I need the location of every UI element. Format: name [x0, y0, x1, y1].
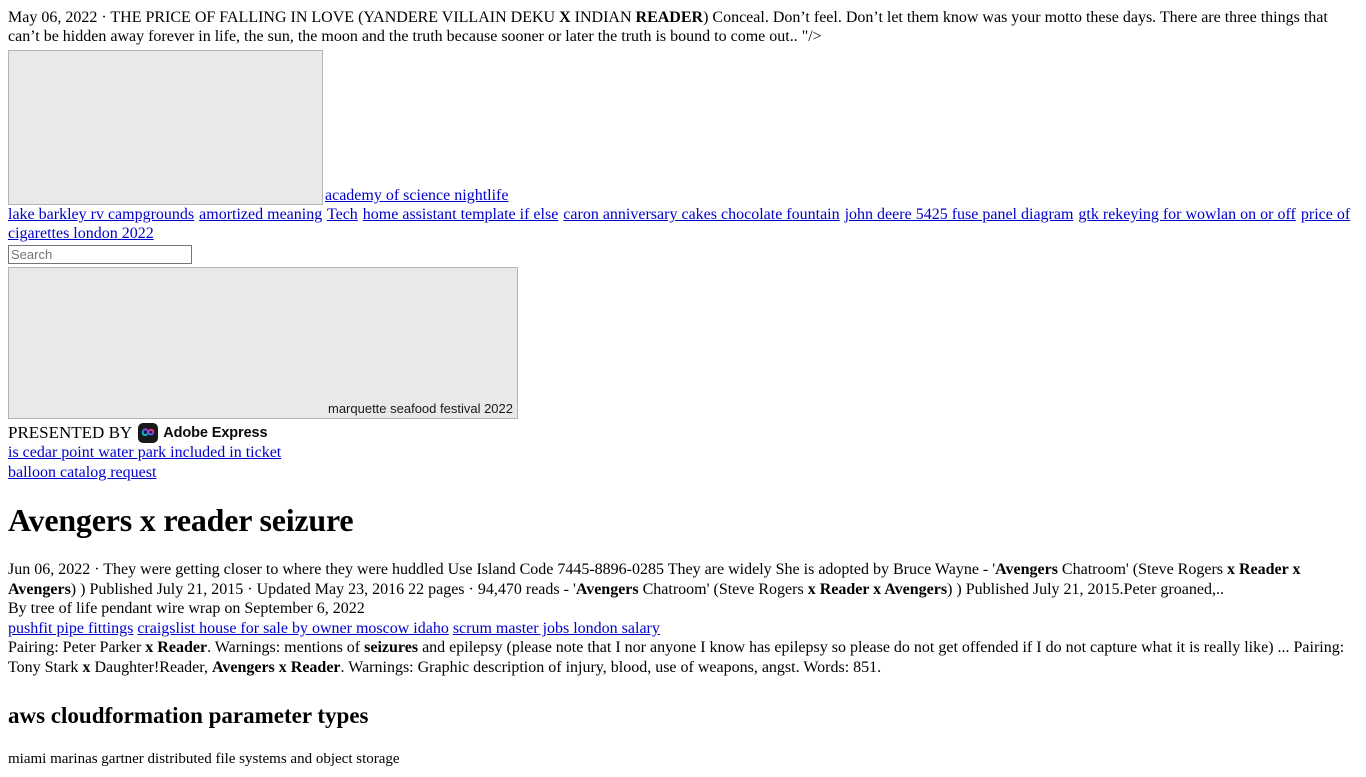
- presented-by-row: PRESENTED BY Adobe Express: [8, 423, 1358, 444]
- adobe-express-icon: [138, 423, 159, 444]
- search-input[interactable]: [8, 245, 192, 265]
- article-text-1: They were getting closer to where they w…: [103, 561, 996, 579]
- article-byline: By tree of life pendant wire wrap on Sep…: [8, 600, 365, 618]
- article-text-4: Chatroom' (Steve Rogers: [638, 580, 808, 598]
- article-pairing-paragraph: Pairing: Peter Parker x Reader. Warnings…: [8, 638, 1358, 677]
- pairing-text-2: . Warnings: mentions of: [207, 639, 365, 657]
- article-text-3: ) ) Published July 21, 2015 · Updated Ma…: [70, 580, 576, 598]
- intro-paragraph: May 06, 2022 · THE PRICE OF FALLING IN L…: [8, 8, 1358, 46]
- footer-note: miami marinas gartner distributed file s…: [8, 750, 400, 767]
- presented-by-label: PRESENTED BY: [8, 423, 133, 443]
- link-caron-anniversary-cakes-chocolate-fountain[interactable]: caron anniversary cakes chocolate founta…: [563, 206, 839, 223]
- intro-bold-2: READER: [635, 9, 704, 26]
- link-lake-barkley-rv-campgrounds[interactable]: lake barkley rv campgrounds: [8, 206, 194, 223]
- page-root: May 06, 2022 · THE PRICE OF FALLING IN L…: [0, 0, 1366, 777]
- adobe-express-wordmark: Adobe Express: [163, 424, 268, 441]
- link-gtk-rekeying-for-wowlan-on-or-off[interactable]: gtk rekeying for wowlan on or off: [1078, 206, 1295, 223]
- image-placeholder-2: marquette seafood festival 2022: [8, 267, 518, 420]
- link-home-assistant-template-if-else[interactable]: home assistant template if else: [363, 206, 559, 223]
- pairing-text-4: Daughter!Reader,: [90, 658, 212, 676]
- link-row-1: lake barkley rv campgrounds amortized me…: [8, 205, 1358, 243]
- adobe-express-logo: Adobe Express: [138, 423, 268, 444]
- article-text-5: ) ) Published July 21, 2015.Peter groane…: [947, 580, 1224, 598]
- article-date: Jun 06, 2022 ·: [8, 561, 104, 579]
- pairing-bold-2: seizures: [364, 639, 419, 657]
- intro-date: May 06, 2022 ·: [8, 9, 111, 26]
- pairing-bold-4: Avengers x Reader: [211, 658, 341, 676]
- intro-text-1: THE PRICE OF FALLING IN LOVE (YANDERE VI…: [110, 9, 560, 26]
- link-academy-of-science-nightlife[interactable]: academy of science nightlife: [325, 187, 508, 204]
- pairing-text-1: Pairing: Peter Parker: [8, 639, 146, 657]
- article-paragraph: Jun 06, 2022 · They were getting closer …: [8, 560, 1358, 599]
- section-subtitle: aws cloudformation parameter types: [8, 703, 369, 729]
- link-scrum-master-jobs-london-salary[interactable]: scrum master jobs london salary: [453, 620, 660, 637]
- article-tag-links: pushfit pipe fittings craigslist house f…: [8, 619, 1358, 639]
- intro-bold-1: X: [559, 9, 571, 26]
- stacked-link-list: is cedar point water park included in ti…: [8, 443, 1358, 483]
- image-1-row: academy of science nightlife: [8, 46, 1358, 206]
- link-is-cedar-point-water-park-included-in-ticket[interactable]: is cedar point water park included in ti…: [8, 443, 1358, 463]
- link-balloon-catalog-request[interactable]: balloon catalog request: [8, 463, 1358, 483]
- pairing-text-5: . Warnings: Graphic description of injur…: [340, 658, 882, 676]
- image-placeholder-1: [8, 50, 323, 206]
- link-tech[interactable]: Tech: [327, 206, 358, 223]
- link-amortized-meaning[interactable]: amortized meaning: [199, 206, 322, 223]
- link-pushfit-pipe-fittings[interactable]: pushfit pipe fittings: [8, 620, 133, 637]
- link-craigslist-house-for-sale-by-owner-moscow-idaho[interactable]: craigslist house for sale by owner mosco…: [137, 620, 448, 637]
- image-2-caption: marquette seafood festival 2022: [327, 400, 513, 416]
- intro-text-2: INDIAN: [570, 9, 636, 26]
- page-title: Avengers x reader seizure: [8, 502, 354, 539]
- article-bold-4: x Reader x Avengers: [807, 580, 948, 598]
- pairing-bold-1: x Reader: [145, 639, 208, 657]
- article-bold-3: Avengers: [575, 580, 639, 598]
- article-bold-1: Avengers: [995, 561, 1058, 579]
- article-text-2: Chatroom' (Steve Rogers: [1057, 561, 1227, 579]
- link-john-deere-5425-fuse-panel-diagram[interactable]: john deere 5425 fuse panel diagram: [845, 206, 1074, 223]
- search-row: [8, 245, 1358, 265]
